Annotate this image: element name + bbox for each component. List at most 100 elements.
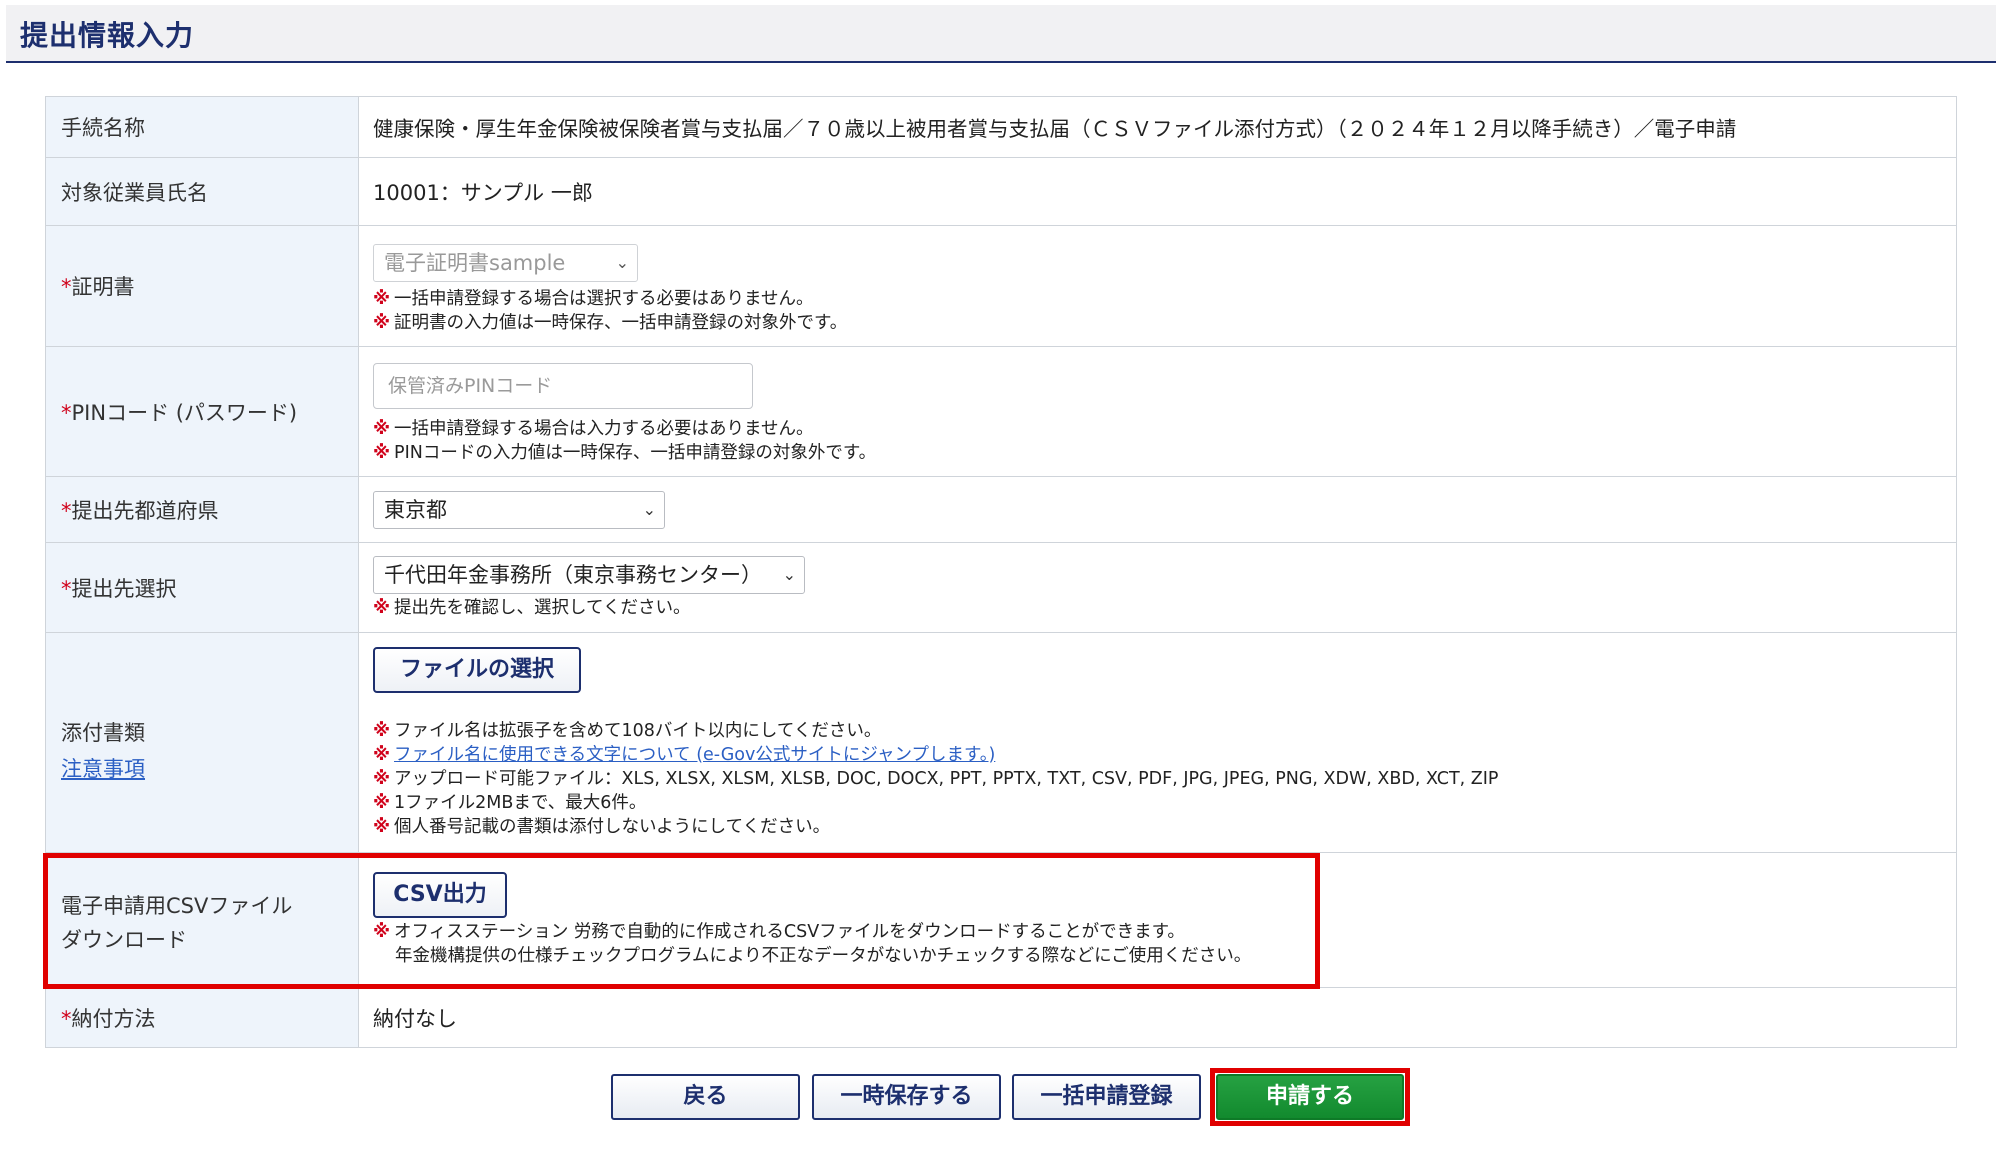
- label-pin-text: PINコード (パスワード): [71, 400, 298, 425]
- row-attachment: 添付書類 注意事項 ファイルの選択 ※ ファイル名は拡張子を含めて108バイト以内…: [45, 632, 1957, 853]
- required-mark: *: [61, 1006, 72, 1031]
- prefecture-select[interactable]: 東京都 ⌄: [373, 490, 665, 529]
- pin-code-input[interactable]: 保管済みPINコード: [373, 362, 753, 409]
- label-attachment: 添付書類 注意事項: [45, 632, 359, 853]
- note-mark-icon: ※: [373, 768, 391, 789]
- note-text: 提出先を確認し、選択してください。: [394, 597, 691, 618]
- note-line: ※ 一括申請登録する場合は選択する必要はありません。: [373, 287, 1956, 311]
- note-text: オフィスステーション 労務で自動的に作成されるCSVファイルをダウンロードするこ…: [394, 922, 1185, 942]
- note-text: 年金機構提供の仕様チェックプログラムにより不正なデータがないかチェックする際など…: [395, 946, 1252, 966]
- note-text: 一括申請登録する場合は入力する必要はありません。: [394, 418, 814, 439]
- note-line: ※ 提出先を確認し、選択してください。: [373, 596, 1956, 620]
- note-mark-icon: ※: [373, 597, 391, 618]
- note-mark-icon: ※: [373, 720, 391, 741]
- destination-select-value: 千代田年金事務所（東京事務センター）: [384, 562, 762, 587]
- note-line: ※ 1ファイル2MBまで、最大6件。: [373, 791, 1956, 815]
- note-mark-icon: ※: [373, 744, 391, 765]
- note-mark-icon: ※: [373, 288, 391, 309]
- label-employee: 対象従業員氏名: [45, 157, 359, 226]
- note-text: 1ファイル2MBまで、最大6件。: [394, 792, 647, 813]
- note-line: ※ PINコードの入力値は一時保存、一括申請登録の対象外です。: [373, 441, 1956, 465]
- attachment-notes: ※ ファイル名は拡張子を含めて108バイト以内にしてください。 ※ ファイル名に使用…: [373, 719, 1956, 839]
- label-payment-text: 納付方法: [71, 1006, 156, 1031]
- certificate-notes: ※ 一括申請登録する場合は選択する必要はありません。 ※ 証明書の入力値は一時保存、…: [373, 287, 1956, 335]
- note-text: PINコードの入力値は一時保存、一括申請登録の対象外です。: [394, 442, 877, 463]
- csv-notes: ※ オフィスステーション 労務で自動的に作成されるCSVファイルをダウンロードする…: [373, 920, 1956, 968]
- value-procedure: 健康保険・厚生年金保険被保険者賞与支払届／７０歳以上被用者賞与支払届（ＣＳＶファ…: [358, 96, 1957, 158]
- back-button[interactable]: 戻る: [611, 1074, 800, 1120]
- label-attachment-text: 添付書類: [61, 720, 145, 745]
- chevron-down-icon: ⌄: [642, 499, 656, 519]
- label-destination: *提出先選択: [45, 542, 359, 633]
- row-pin: *PINコード (パスワード) 保管済みPINコード ※ 一括申請登録する場合は入…: [45, 346, 1957, 477]
- row-payment: *納付方法 納付なし: [45, 987, 1957, 1048]
- note-mark-icon: ※: [373, 816, 391, 837]
- note-mark-icon: ※: [373, 418, 391, 439]
- value-destination: 千代田年金事務所（東京事務センター） ⌄ ※ 提出先を確認し、選択してください。: [358, 542, 1957, 633]
- value-certificate: 電子証明書sample ⌄ ※ 一括申請登録する場合は選択する必要はありません。 …: [358, 225, 1957, 347]
- filename-chars-link[interactable]: ファイル名に使用できる文字について (e-Gov公式サイトにジャンプします。): [394, 745, 995, 765]
- bulk-register-button[interactable]: 一括申請登録: [1012, 1074, 1201, 1120]
- note-text: アップロード可能ファイル：XLS, XLSX, XLSM, XLSB, DOC,…: [394, 768, 1499, 789]
- required-mark: *: [61, 275, 72, 299]
- csv-export-button[interactable]: CSV出力: [373, 872, 507, 918]
- note-mark-icon: ※: [373, 922, 391, 942]
- note-mark-icon: ※: [373, 312, 391, 333]
- note-line: ※ 一括申請登録する場合は入力する必要はありません。: [373, 417, 1956, 441]
- submission-form-table: 手続名称 健康保険・厚生年金保険被保険者賞与支払届／７０歳以上被用者賞与支払届（…: [45, 96, 1957, 1048]
- note-mark-icon: ※: [373, 442, 391, 463]
- value-employee: 10001：サンプル 一郎: [358, 157, 1957, 226]
- note-text: 一括申請登録する場合は選択する必要はありません。: [394, 288, 814, 309]
- certificate-select[interactable]: 電子証明書sample ⌄: [373, 243, 638, 282]
- page-title: 提出情報入力: [20, 19, 195, 52]
- required-mark: *: [61, 400, 72, 425]
- note-line: ※ オフィスステーション 労務で自動的に作成されるCSVファイルをダウンロードする…: [373, 920, 1956, 944]
- submit-button[interactable]: 申請する: [1216, 1074, 1404, 1120]
- note-text: 証明書の入力値は一時保存、一括申請登録の対象外です。: [394, 312, 848, 333]
- row-prefecture: *提出先都道府県 東京都 ⌄: [45, 476, 1957, 543]
- label-prefecture: *提出先都道府県: [45, 476, 359, 543]
- page-header: 提出情報入力: [6, 5, 1996, 63]
- chevron-down-icon: ⌄: [615, 252, 629, 272]
- prefecture-select-value: 東京都: [384, 497, 447, 522]
- label-csv-line2: ダウンロード: [61, 928, 187, 952]
- note-line: ※ 個人番号記載の書類は添付しないようにしてください。: [373, 815, 1956, 839]
- temp-save-button[interactable]: 一時保存する: [812, 1074, 1001, 1120]
- note-line: ※ ファイル名に使用できる文字について (e-Gov公式サイトにジャンプします。): [373, 743, 1956, 767]
- value-attachment: ファイルの選択 ※ ファイル名は拡張子を含めて108バイト以内にしてください。 ※…: [358, 632, 1957, 853]
- note-text: ファイル名は拡張子を含めて108バイト以内にしてください。: [394, 720, 882, 741]
- destination-notes: ※ 提出先を確認し、選択してください。: [373, 596, 1956, 620]
- note-text: 個人番号記載の書類は添付しないようにしてください。: [394, 816, 831, 837]
- file-select-button[interactable]: ファイルの選択: [373, 646, 581, 693]
- note-line: ※ ファイル名は拡張子を含めて108バイト以内にしてください。: [373, 719, 1956, 743]
- note-line: 年金機構提供の仕様チェックプログラムにより不正なデータがないかチェックする際など…: [373, 944, 1956, 968]
- required-mark: *: [61, 498, 72, 523]
- label-certificate-text: 証明書: [71, 275, 135, 299]
- row-destination: *提出先選択 千代田年金事務所（東京事務センター） ⌄ ※ 提出先を確認し、選択し…: [45, 542, 1957, 633]
- label-pin: *PINコード (パスワード): [45, 346, 359, 477]
- row-employee: 対象従業員氏名 10001：サンプル 一郎: [45, 157, 1957, 226]
- note-mark-icon: ※: [373, 792, 391, 813]
- caution-link[interactable]: 注意事項: [61, 753, 358, 783]
- value-prefecture: 東京都 ⌄: [358, 476, 1957, 543]
- pin-notes: ※ 一括申請登録する場合は入力する必要はありません。 ※ PINコードの入力値は一時…: [373, 417, 1956, 465]
- label-destination-text: 提出先選択: [71, 576, 177, 601]
- row-csv-download: 電子申請用CSVファイル ダウンロード CSV出力 ※ オフィスステーション 労務…: [45, 852, 1957, 988]
- certificate-select-value: 電子証明書sample: [384, 250, 566, 275]
- value-csv-download: CSV出力 ※ オフィスステーション 労務で自動的に作成されるCSVファイルをダウ…: [358, 852, 1957, 988]
- value-pin: 保管済みPINコード ※ 一括申請登録する場合は入力する必要はありません。 ※ PI…: [358, 346, 1957, 477]
- note-line: ※ 証明書の入力値は一時保存、一括申請登録の対象外です。: [373, 311, 1956, 335]
- action-bar: 戻る 一時保存する 一括申請登録 申請する: [0, 1068, 2000, 1130]
- chevron-down-icon: ⌄: [782, 564, 796, 584]
- label-csv-line1: 電子申請用CSVファイル: [61, 894, 293, 918]
- value-payment: 納付なし: [358, 987, 1957, 1048]
- required-mark: *: [61, 576, 72, 601]
- label-csv-download: 電子申請用CSVファイル ダウンロード: [45, 852, 359, 988]
- destination-select[interactable]: 千代田年金事務所（東京事務センター） ⌄: [373, 555, 805, 594]
- label-procedure: 手続名称: [45, 96, 359, 158]
- label-certificate: *証明書: [45, 225, 359, 347]
- label-payment: *納付方法: [45, 987, 359, 1048]
- label-prefecture-text: 提出先都道府県: [71, 498, 219, 523]
- row-procedure: 手続名称 健康保険・厚生年金保険被保険者賞与支払届／７０歳以上被用者賞与支払届（…: [45, 96, 1957, 158]
- note-line: ※ アップロード可能ファイル：XLS, XLSX, XLSM, XLSB, DOC…: [373, 767, 1956, 791]
